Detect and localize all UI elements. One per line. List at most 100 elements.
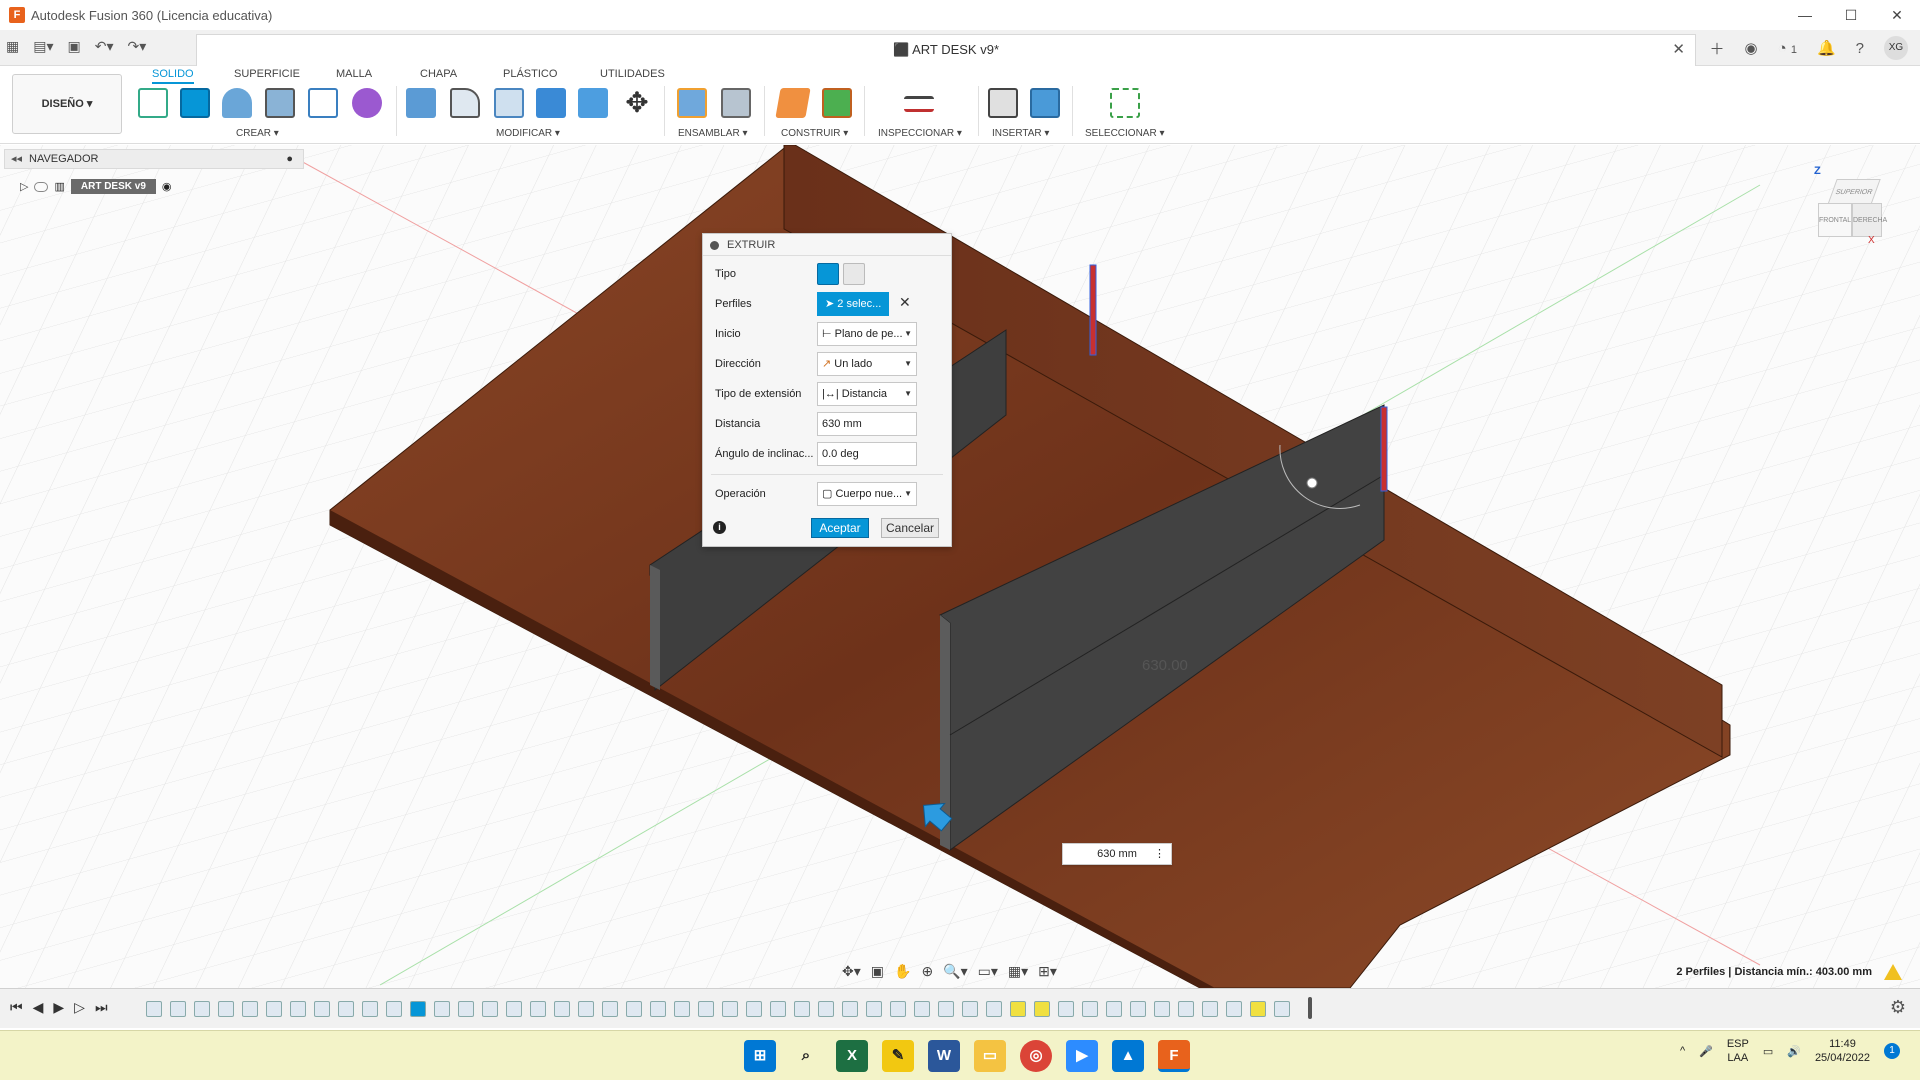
tab-solido[interactable]: SOLIDO: [152, 68, 194, 84]
type-thin-extrude-icon[interactable]: [843, 263, 865, 285]
selected-profile-2[interactable]: [1380, 406, 1388, 492]
show-hidden-icons-chevron-icon[interactable]: ^: [1680, 1045, 1685, 1057]
timeline-feature-icon[interactable]: [266, 1001, 282, 1017]
move-copy-icon[interactable]: ✥: [622, 88, 652, 118]
fusion360-taskbar-icon[interactable]: F: [1158, 1040, 1190, 1072]
collapse-dialog-icon[interactable]: [710, 241, 719, 250]
group-seleccionar[interactable]: SELECCIONAR ▾: [1085, 128, 1164, 139]
timeline-feature-icon[interactable]: [698, 1001, 714, 1017]
timeline-feature-icon[interactable]: [1130, 1001, 1146, 1017]
operation-dropdown[interactable]: ▢ Cuerpo nue... ▼: [817, 482, 917, 506]
help-icon[interactable]: ?: [1856, 40, 1864, 57]
fillet-icon[interactable]: [450, 88, 480, 118]
measure-icon[interactable]: [904, 96, 934, 112]
info-icon[interactable]: i: [713, 521, 726, 534]
timeline-feature-icon[interactable]: [842, 1001, 858, 1017]
zoom-app-icon[interactable]: ▶: [1066, 1040, 1098, 1072]
viewports-icon[interactable]: ⊞▾: [1038, 963, 1057, 980]
close-window-button[interactable]: ✕: [1874, 0, 1920, 30]
timeline-marker[interactable]: [1308, 997, 1312, 1019]
clear-selection-icon[interactable]: ✕: [899, 294, 911, 311]
offset-plane-icon[interactable]: [775, 88, 811, 118]
hole-icon[interactable]: [265, 88, 295, 118]
timeline-feature-icon[interactable]: [626, 1001, 642, 1017]
timeline-feature-icon[interactable]: [1250, 1001, 1266, 1017]
file-menu-icon[interactable]: ▤▾: [33, 38, 53, 55]
timeline-feature-icon[interactable]: [1274, 1001, 1290, 1017]
insert-canvas-icon[interactable]: [1030, 88, 1060, 118]
volume-icon[interactable]: 🔊: [1787, 1045, 1801, 1058]
angle-manipulator[interactable]: [1306, 477, 1318, 489]
combine-icon[interactable]: [536, 88, 566, 118]
view-cube-top[interactable]: SUPERIOR: [1827, 179, 1881, 205]
workspace-switcher[interactable]: DISEÑO ▾: [12, 74, 122, 134]
timeline-feature-icon[interactable]: [818, 1001, 834, 1017]
timeline-feature-icon[interactable]: [314, 1001, 330, 1017]
timeline-feature-icon[interactable]: [866, 1001, 882, 1017]
timeline-feature-icon[interactable]: [242, 1001, 258, 1017]
timeline-feature-icon[interactable]: [146, 1001, 162, 1017]
extent-type-dropdown[interactable]: |↔| Distancia ▼: [817, 382, 917, 406]
timeline-feature-icon[interactable]: [554, 1001, 570, 1017]
language-indicator[interactable]: ESP LAA: [1727, 1037, 1749, 1065]
timeline-feature-icon[interactable]: [890, 1001, 906, 1017]
extensions-icon[interactable]: ◉: [1745, 39, 1758, 57]
pattern-icon[interactable]: [308, 88, 338, 118]
word-icon[interactable]: W: [928, 1040, 960, 1072]
revolve-icon[interactable]: [222, 88, 252, 118]
group-crear[interactable]: CREAR ▾: [236, 128, 279, 139]
direction-dropdown[interactable]: ↗ Un lado ▼: [817, 352, 917, 376]
distance-input[interactable]: 630 mm: [817, 412, 917, 436]
timeline-feature-icon[interactable]: [1058, 1001, 1074, 1017]
file-explorer-icon[interactable]: ▭: [974, 1040, 1006, 1072]
timeline-feature-icon[interactable]: [362, 1001, 378, 1017]
excel-icon[interactable]: X: [836, 1040, 868, 1072]
timeline-feature-icon[interactable]: [602, 1001, 618, 1017]
timeline-feature-icon[interactable]: [1010, 1001, 1026, 1017]
collapse-navigator-icon[interactable]: ◂◂: [11, 150, 22, 168]
type-extrude-icon[interactable]: [817, 263, 839, 285]
timeline-feature-icon[interactable]: [962, 1001, 978, 1017]
joint-icon[interactable]: [721, 88, 751, 118]
step-forward-icon[interactable]: ▷: [74, 999, 85, 1016]
timeline-feature-icon[interactable]: [794, 1001, 810, 1017]
press-pull-icon[interactable]: [406, 88, 436, 118]
group-ensamblar[interactable]: ENSAMBLAR ▾: [678, 128, 747, 139]
timeline-feature-icon[interactable]: [1178, 1001, 1194, 1017]
go-to-end-icon[interactable]: ⏭: [95, 999, 108, 1016]
sticky-notes-icon[interactable]: ✎: [882, 1040, 914, 1072]
display-settings-icon[interactable]: ▭▾: [978, 963, 998, 980]
timeline-feature-icon[interactable]: [386, 1001, 402, 1017]
model-canvas[interactable]: [0, 145, 1920, 988]
expand-node-icon[interactable]: ▷: [20, 180, 28, 193]
new-component-icon[interactable]: [677, 88, 707, 118]
timeline-feature-icon[interactable]: [746, 1001, 762, 1017]
orbit-icon[interactable]: ✥▾: [842, 963, 861, 980]
grid-settings-icon[interactable]: ▦▾: [1008, 963, 1028, 980]
user-avatar[interactable]: XG: [1884, 36, 1908, 60]
timeline-feature-icon[interactable]: [194, 1001, 210, 1017]
photos-icon[interactable]: ▲: [1112, 1040, 1144, 1072]
clock[interactable]: 11:49 25/04/2022: [1815, 1037, 1870, 1065]
pan-hand-icon[interactable]: ✋: [894, 963, 911, 980]
chamfer-icon[interactable]: [494, 88, 524, 118]
extrude-dialog-header[interactable]: EXTRUIR: [703, 234, 951, 256]
timeline-feature-icon[interactable]: [650, 1001, 666, 1017]
search-icon[interactable]: ⌕: [790, 1040, 822, 1072]
activate-radio-icon[interactable]: ◉: [162, 180, 172, 193]
job-status-icon[interactable]: ◔ 1: [1778, 40, 1797, 57]
look-at-icon[interactable]: ▣: [871, 963, 884, 980]
microphone-icon[interactable]: 🎤: [1699, 1045, 1713, 1058]
create-form-icon[interactable]: [352, 88, 382, 118]
chrome-icon[interactable]: ◎: [1020, 1040, 1052, 1072]
timeline-feature-icon[interactable]: [914, 1001, 930, 1017]
timeline-feature-icon[interactable]: [338, 1001, 354, 1017]
timeline-feature-icon[interactable]: [1034, 1001, 1050, 1017]
cancel-button[interactable]: Cancelar: [881, 518, 939, 538]
zoom-icon[interactable]: ⊕: [921, 963, 933, 980]
redo-icon[interactable]: ↷▾: [128, 38, 147, 55]
insert-derive-icon[interactable]: [988, 88, 1018, 118]
group-construir[interactable]: CONSTRUIR ▾: [781, 128, 848, 139]
navigator-pin-icon[interactable]: ●: [286, 150, 293, 168]
timeline-feature-icon[interactable]: [722, 1001, 738, 1017]
